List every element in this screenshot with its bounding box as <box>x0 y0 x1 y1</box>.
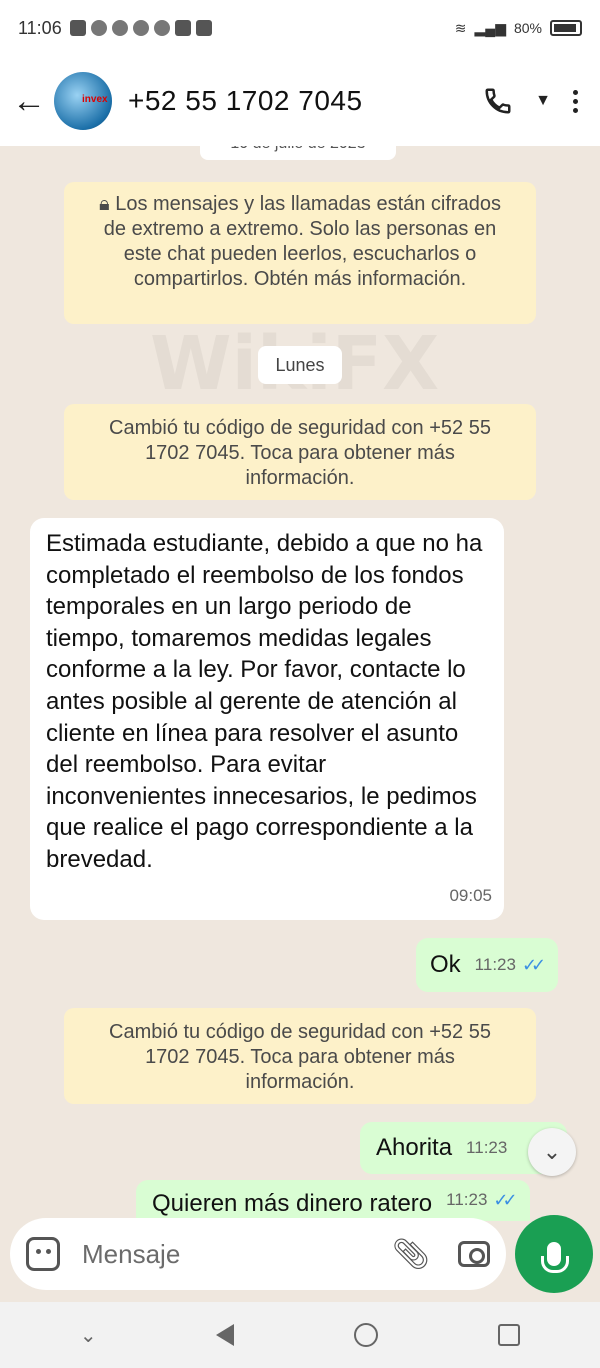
nav-collapse-icon[interactable]: ⌄ <box>80 1323 97 1348</box>
facebook-icon <box>69 20 86 36</box>
status-right: ≋ ▂▄▆ 80% <box>455 20 582 37</box>
outgoing-message[interactable]: Ok 11:23 ✓✓ <box>416 938 559 992</box>
caret-down-icon[interactable]: ▼ <box>535 92 551 110</box>
message-time: 11:23 <box>466 1138 508 1157</box>
nav-recents-icon[interactable] <box>498 1324 521 1346</box>
security-notice[interactable]: Cambió tu código de seguridad con +52 55… <box>64 1008 536 1104</box>
day-chip: Lunes <box>258 346 342 384</box>
nav-back-icon[interactable] <box>216 1324 235 1346</box>
coin-icon <box>111 20 128 36</box>
battery-percent: 80% <box>513 20 542 36</box>
outgoing-message[interactable]: Quieren más dinero ratero 11:23 ✓✓ <box>136 1180 530 1221</box>
encryption-notice[interactable]: 🔒︎ Los mensajes y las llamadas están cif… <box>64 182 536 324</box>
mic-button[interactable] <box>515 1215 593 1293</box>
camera-icon[interactable] <box>458 1241 490 1267</box>
avatar[interactable]: invex <box>54 72 112 130</box>
message-input-bar[interactable]: Mensaje 📎︎ <box>10 1218 506 1290</box>
signal-icon: ▂▄▆ <box>474 19 506 36</box>
more-vert-icon[interactable] <box>573 89 578 113</box>
coin-icon <box>132 20 149 36</box>
messenger-icon <box>90 20 107 36</box>
contact-name[interactable]: +52 55 1702 7045 <box>128 85 363 117</box>
message-time: 11:23 <box>474 955 516 974</box>
encryption-text: Los mensajes y las llamadas están cifrad… <box>103 193 501 290</box>
nav-home-icon[interactable] <box>354 1323 379 1347</box>
system-nav-bar: ⌄ <box>0 1302 600 1368</box>
notification-icons <box>69 20 212 36</box>
avatar-logo-text: invex <box>82 94 108 105</box>
incoming-message[interactable]: Estimada estudiante, debido a que no ha … <box>30 518 504 920</box>
read-ticks-icon: ✓✓ <box>493 1190 517 1210</box>
message-text: Ahorita <box>376 1134 453 1161</box>
status-time: 11:06 <box>18 17 62 38</box>
message-time: 11:23 <box>446 1190 488 1209</box>
battery-icon <box>550 20 582 36</box>
youtube-icon <box>195 20 212 36</box>
chat-header: ← invex +52 55 1702 7045 ▼ <box>0 56 600 146</box>
phone-icon[interactable] <box>483 86 513 116</box>
status-bar: 11:06 ≋ ▂▄▆ 80% <box>0 0 600 56</box>
message-text: Ok <box>430 951 461 978</box>
date-chip: 10 de julio de 2023 <box>200 146 396 160</box>
attach-icon[interactable]: 📎︎ <box>392 1237 430 1272</box>
emoji-icon[interactable] <box>26 1237 60 1271</box>
message-time: 09:05 <box>449 886 492 906</box>
read-ticks-icon: ✓✓ <box>521 954 546 975</box>
back-arrow-icon[interactable]: ← <box>12 82 48 121</box>
lock-icon: 🔒︎ <box>99 193 116 215</box>
security-notice[interactable]: Cambió tu código de seguridad con +52 55… <box>64 404 536 500</box>
header-actions: ▼ <box>483 86 578 116</box>
message-input[interactable]: Mensaje <box>82 1239 180 1270</box>
youtube-icon <box>174 20 191 36</box>
coin-icon <box>153 20 170 36</box>
scroll-down-icon[interactable]: ⌄ <box>528 1128 576 1176</box>
chat-area[interactable]: WikiFX WikiFX WikiFX WikiFX 10 de julio … <box>0 146 600 1221</box>
wifi-icon: ≋ <box>454 19 467 36</box>
message-text: Quieren más dinero ratero <box>152 1190 433 1217</box>
message-text: Estimada estudiante, debido a que no ha … <box>46 530 483 873</box>
mic-icon <box>541 1242 569 1273</box>
